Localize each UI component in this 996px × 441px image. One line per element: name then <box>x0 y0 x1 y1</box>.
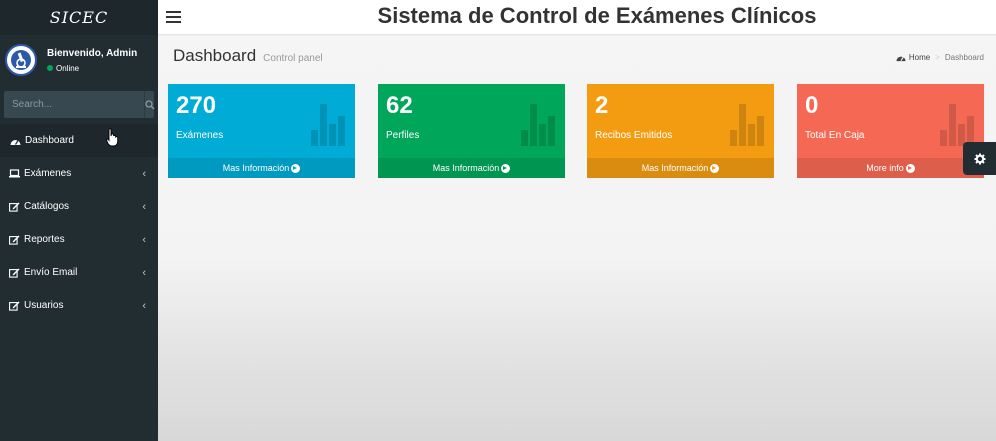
edit-icon <box>8 300 20 312</box>
breadcrumb-home-link[interactable]: Home <box>909 53 930 62</box>
bar-chart-icon <box>521 104 555 146</box>
chevron-left-icon: ‹ <box>142 299 146 312</box>
stat-label: Total En Caja <box>805 130 865 141</box>
chevron-left-icon: ‹ <box>142 200 146 213</box>
page-subtitle: Control panel <box>263 53 323 64</box>
sidebar-item-examenes[interactable]: Exámenes ‹ <box>0 157 158 190</box>
dashboard-icon <box>9 135 21 147</box>
page-title: Dashboard <box>173 46 257 65</box>
avatar <box>5 44 37 76</box>
laptop-icon <box>8 168 20 180</box>
stat-value: 62 <box>386 92 413 119</box>
more-info-link[interactable]: Mas Información <box>587 158 774 178</box>
edit-icon <box>8 234 20 246</box>
user-status-label: Online <box>56 63 80 73</box>
sidebar-search <box>4 91 155 118</box>
chevron-left-icon: ‹ <box>142 266 146 279</box>
search-icon <box>145 99 155 109</box>
more-info-label: Mas Información <box>641 163 709 173</box>
breadcrumb-current: Dashboard <box>944 53 984 62</box>
settings-button[interactable] <box>963 142 996 175</box>
sidebar-item-catalogos[interactable]: Catálogos ‹ <box>0 190 158 223</box>
stat-label: Exámenes <box>176 130 224 141</box>
hand-cursor-icon <box>106 128 119 147</box>
more-info-link[interactable]: Mas Información <box>168 158 355 178</box>
user-panel: Bienvenido, Admin Online <box>0 35 158 85</box>
search-input[interactable] <box>4 91 144 118</box>
sidebar-item-label: Usuarios <box>24 300 64 311</box>
stat-value: 270 <box>176 92 217 119</box>
main-content: Dashboard Control panel Home > Dashboard… <box>158 36 996 441</box>
sidebar: SICEC Bienvenido, Admin Online Search...… <box>0 0 158 441</box>
gear-icon <box>974 153 985 164</box>
chevron-left-icon: ‹ <box>142 233 146 246</box>
dashboard-icon <box>896 56 906 62</box>
breadcrumb-separator: > <box>935 53 940 62</box>
stat-box-recibos: 2 Recibos Emitidos Mas Información <box>587 84 774 178</box>
more-info-label: Mas Información <box>432 163 500 173</box>
chevron-left-icon: ‹ <box>142 167 146 180</box>
more-info-link[interactable]: Mas Información <box>378 158 565 178</box>
stat-box-examenes: 270 Exámenes Mas Información <box>168 84 355 178</box>
stat-label: Perfiles <box>386 130 420 141</box>
online-dot-icon <box>47 65 53 71</box>
stat-value: 2 <box>595 92 609 119</box>
content-header: Dashboard Control panel <box>173 46 323 66</box>
sidebar-item-envio-email[interactable]: Envío Email ‹ <box>0 256 158 289</box>
edit-icon <box>8 267 20 279</box>
user-status: Online <box>47 64 137 73</box>
bar-chart-icon <box>730 104 764 146</box>
more-info-link[interactable]: More info <box>797 158 984 178</box>
bar-chart-icon <box>940 104 974 146</box>
microscope-icon <box>11 50 31 70</box>
more-info-label: More info <box>866 163 904 173</box>
sidebar-item-label: Reportes <box>24 234 65 245</box>
app-title: Sistema de Control de Exámenes Clínicos <box>377 3 817 28</box>
sidebar-item-reportes[interactable]: Reportes ‹ <box>0 223 158 256</box>
arrow-circle-right-icon <box>710 163 720 173</box>
edit-icon <box>8 201 20 213</box>
sidebar-item-dashboard[interactable]: Dashboard <box>0 124 158 157</box>
sidebar-menu: Dashboard Exámenes ‹ Catálogos ‹ Reporte… <box>0 124 158 322</box>
sidebar-item-label: Dashboard <box>25 135 74 146</box>
app-logo[interactable]: SICEC <box>0 0 158 35</box>
sidebar-item-label: Exámenes <box>24 168 72 179</box>
arrow-circle-right-icon <box>501 163 511 173</box>
stat-box-perfiles: 62 Perfiles Mas Información <box>378 84 565 178</box>
user-name: Bienvenido, Admin <box>47 47 138 59</box>
arrow-circle-right-icon <box>905 163 915 173</box>
arrow-circle-right-icon <box>291 163 301 173</box>
stat-value: 0 <box>805 92 819 119</box>
top-header: Sistema de Control de Exámenes Clínicos <box>158 0 996 35</box>
more-info-label: Mas Información <box>222 163 290 173</box>
sidebar-item-usuarios[interactable]: Usuarios ‹ <box>0 289 158 322</box>
sidebar-item-label: Envío Email <box>24 267 78 278</box>
stat-box-total-caja: 0 Total En Caja More info <box>797 84 984 178</box>
bar-chart-icon <box>311 104 345 146</box>
sidebar-item-label: Catálogos <box>24 201 70 212</box>
breadcrumb: Home > Dashboard <box>896 53 984 62</box>
stat-label: Recibos Emitidos <box>595 130 673 141</box>
search-button[interactable] <box>144 91 155 118</box>
